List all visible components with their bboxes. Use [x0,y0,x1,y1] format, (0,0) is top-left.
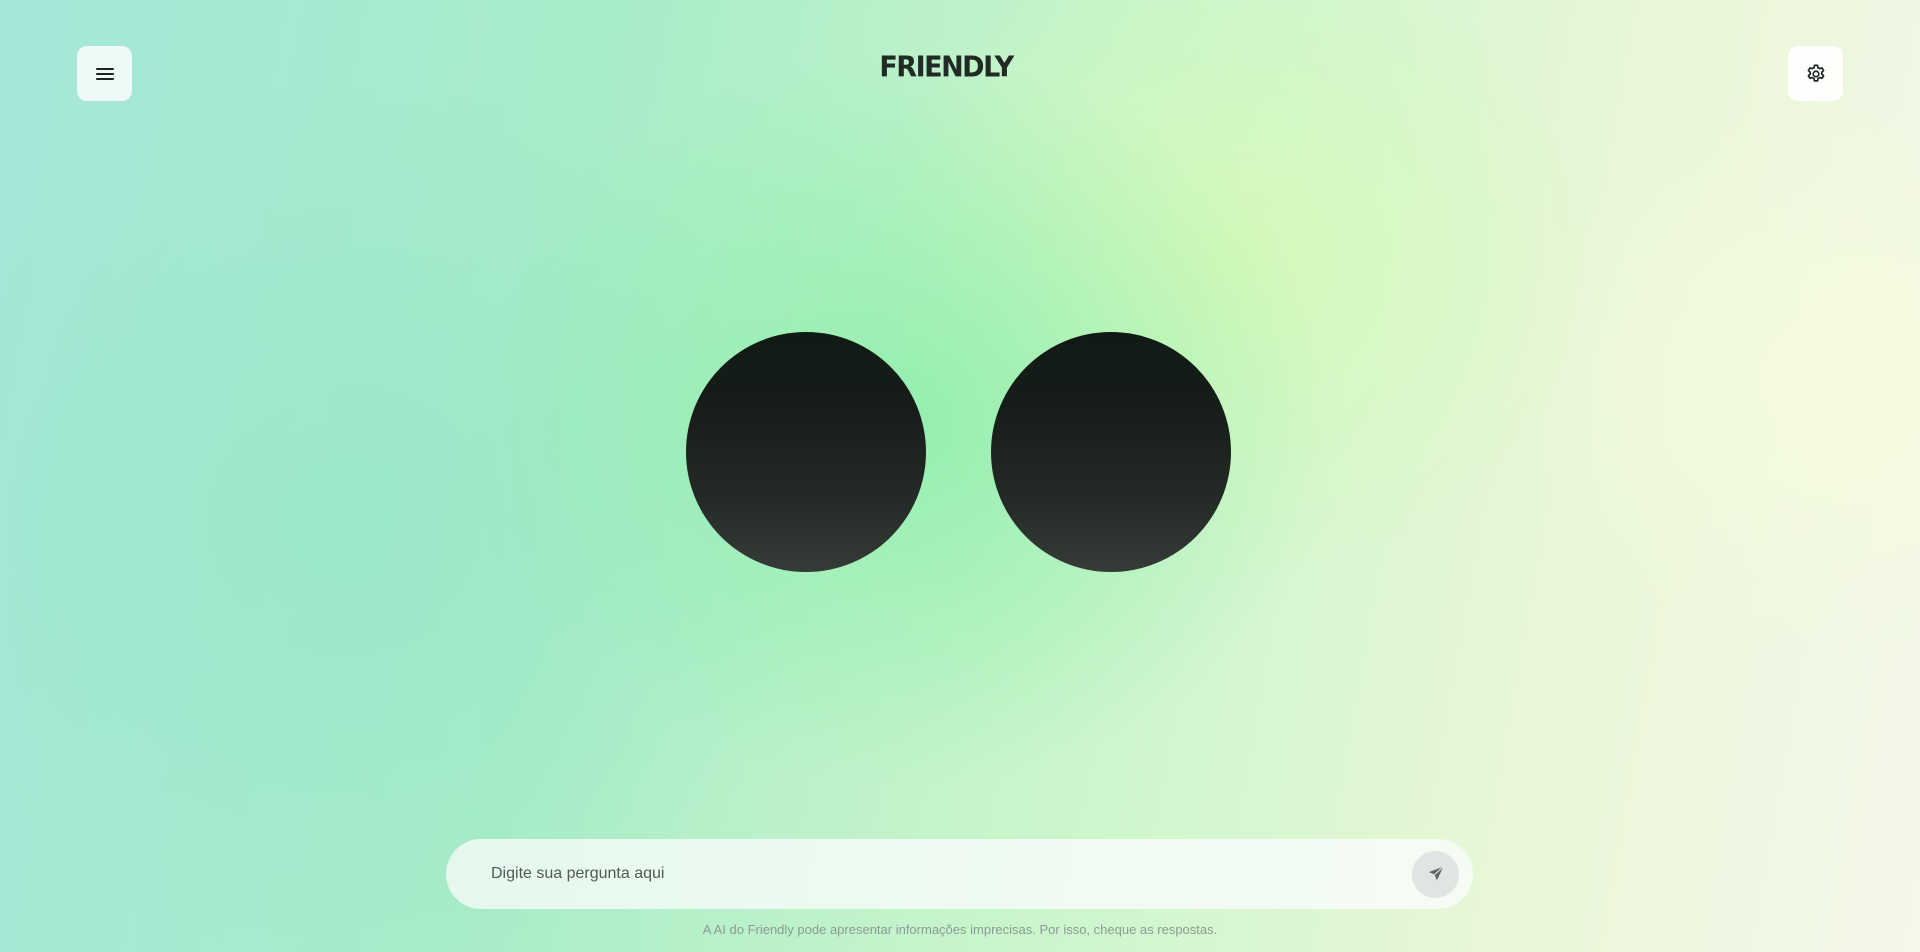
mascot-right-eye [991,332,1231,572]
send-button[interactable] [1412,850,1459,898]
gear-icon [1807,63,1824,82]
brand-logo: FRIENDLY [879,51,1014,84]
disclaimer-text: A AI do Friendly pode apresentar informa… [702,922,1218,937]
send-icon [1428,866,1444,881]
question-input[interactable] [489,858,1412,890]
mascot-left-eye [686,332,926,572]
chat-bar [446,839,1473,909]
settings-button[interactable] [1788,46,1843,101]
